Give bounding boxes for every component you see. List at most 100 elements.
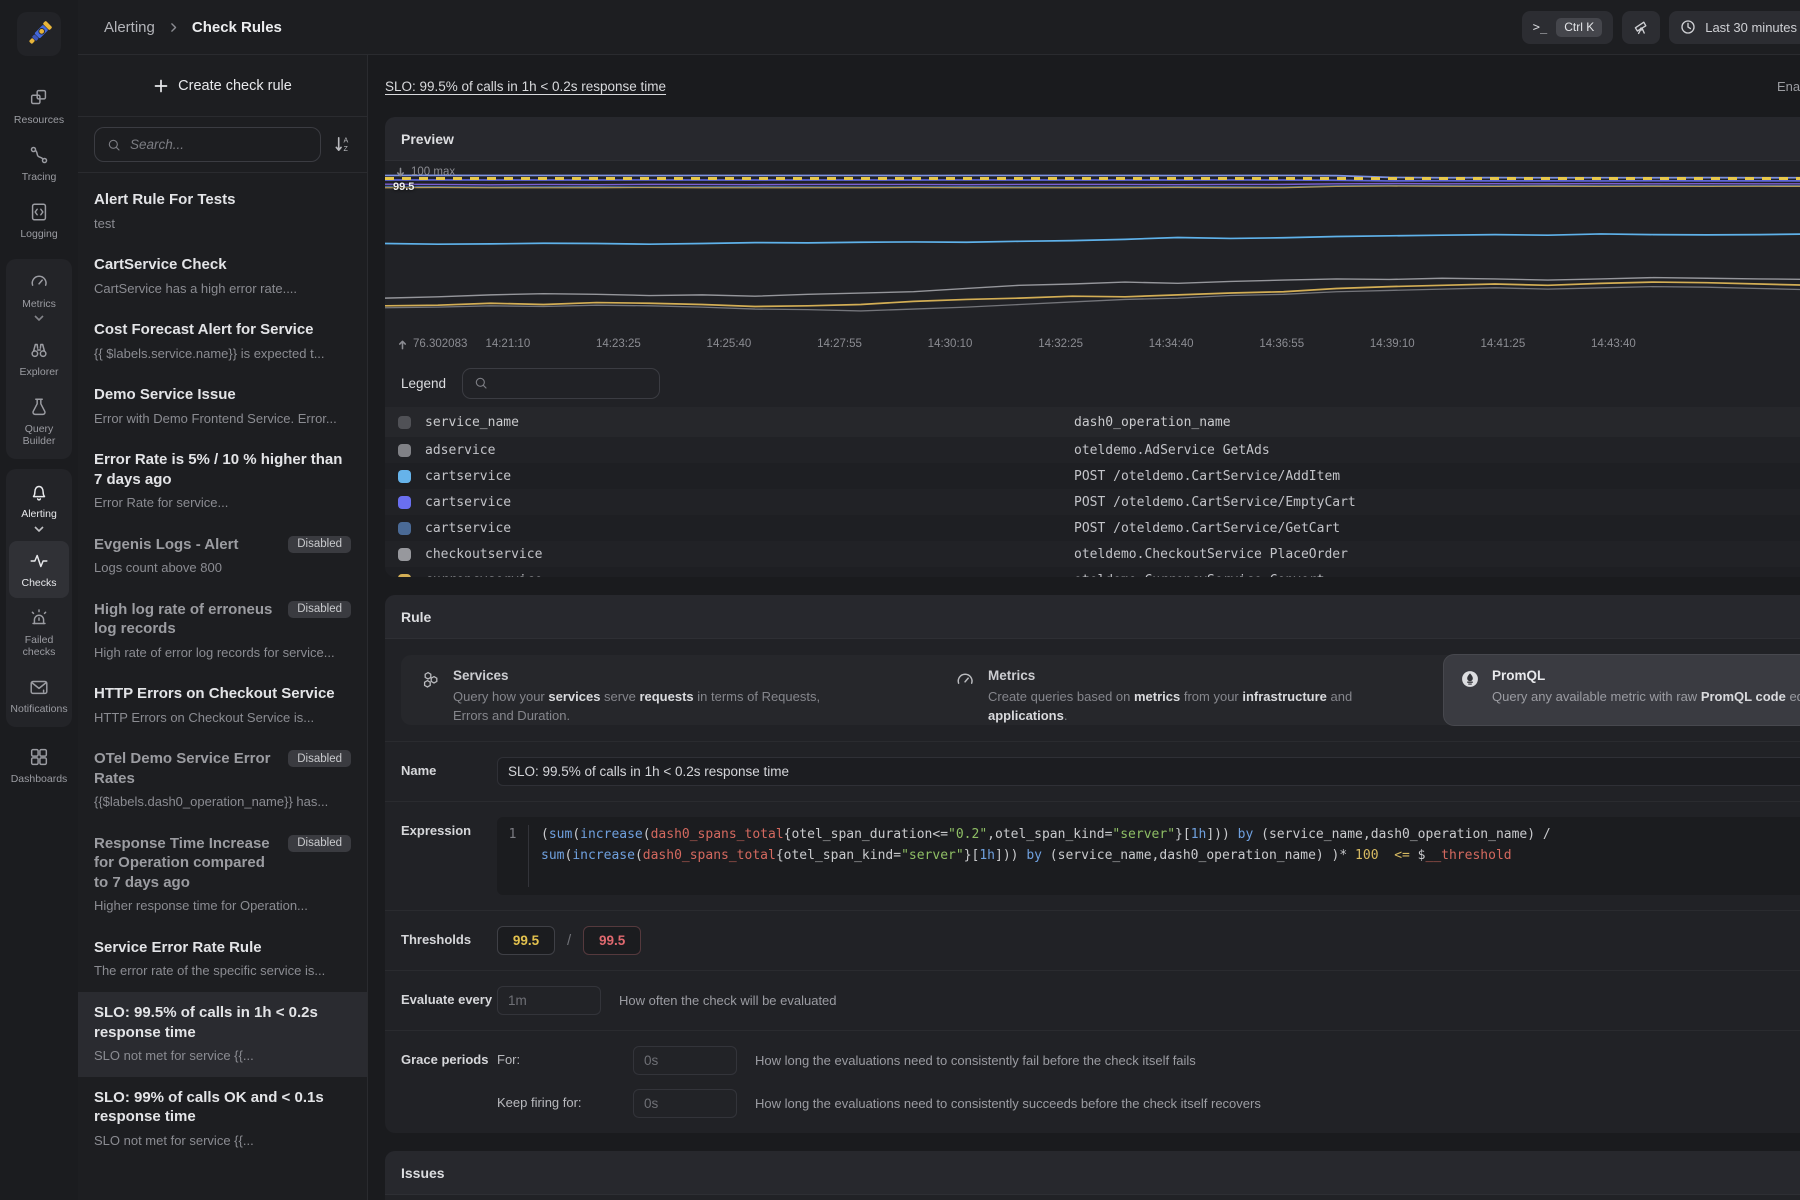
- query-type-metrics[interactable]: Metrics Create queries based on metrics …: [938, 655, 1404, 725]
- rule-detail-title-link[interactable]: SLO: 99.5% of calls in 1h < 0.2s respons…: [385, 79, 666, 94]
- rule-list-item[interactable]: Alert Rule For Teststest: [78, 179, 367, 244]
- query-type-promql-selected[interactable]: PromQL Query any available metric with r…: [1444, 655, 1800, 725]
- time-range-picker[interactable]: Last 30 minutes: [1669, 11, 1800, 44]
- issues-card: Issues Summary: [385, 1151, 1800, 1200]
- series-color-swatch[interactable]: [398, 548, 411, 561]
- query-type-services[interactable]: Services Query how your services serve r…: [405, 655, 869, 725]
- legend-search-box: [462, 368, 660, 399]
- expression-row: Expression 1 (sum(increase(dash0_spans_t…: [385, 801, 1800, 910]
- x-axis-tick: 14:21:10: [485, 338, 530, 350]
- rule-name-input[interactable]: [497, 757, 1800, 786]
- sidebar-item-tracing[interactable]: Tracing: [6, 135, 72, 192]
- series-color-swatch[interactable]: [398, 444, 411, 457]
- rule-item-title: SLO: 99% of calls OK and < 0.1s response…: [94, 1088, 351, 1127]
- x-axis-tick: 14:34:40: [1149, 338, 1194, 350]
- rule-list-item[interactable]: SLO: 99.5% of calls in 1h < 0.2s respons…: [78, 992, 367, 1077]
- grace-for-help: How long the evaluations need to consist…: [755, 1046, 1196, 1068]
- series-color-swatch[interactable]: [398, 496, 411, 509]
- rule-item-title: Alert Rule For Tests: [94, 190, 235, 210]
- keep-firing-input[interactable]: [633, 1089, 737, 1118]
- rule-list-item[interactable]: Response Time Increase for Operation com…: [78, 823, 367, 927]
- legend-row-item[interactable]: cartservicePOST /oteldemo.CartService/Ge…: [385, 515, 1800, 541]
- threshold-separator: /: [567, 932, 571, 949]
- failed-threshold-input[interactable]: [583, 926, 641, 955]
- rule-list-item[interactable]: Cost Forecast Alert for Service{{ $label…: [78, 309, 367, 374]
- column-operation-name[interactable]: dash0_operation_name: [1074, 415, 1800, 430]
- rules-search-input[interactable]: [130, 137, 309, 152]
- series-color-swatch[interactable]: [398, 470, 411, 483]
- evaluate-interval-input[interactable]: [497, 986, 601, 1015]
- grace-periods-label: Grace periods: [401, 1046, 497, 1067]
- clock-icon: [1680, 19, 1696, 35]
- series-color-swatch[interactable]: [398, 574, 411, 578]
- x-axis-tick: 14:30:10: [928, 338, 973, 350]
- chart-x-axis: 76.302083 14:21:1014:23:2514:25:4014:27:…: [385, 329, 1800, 359]
- sidebar-item-resources[interactable]: Resources: [6, 78, 72, 135]
- evaluate-label: Evaluate every: [401, 986, 497, 1007]
- sidebar-item-metrics[interactable]: Metrics: [9, 262, 69, 330]
- rule-list-item[interactable]: HTTP Errors on Checkout ServiceHTTP Erro…: [78, 673, 367, 738]
- terminal-icon: >_: [1533, 20, 1547, 34]
- legend-row-item[interactable]: currencyserviceoteldemo.CurrencyService …: [385, 567, 1800, 577]
- degraded-threshold-input[interactable]: [497, 926, 555, 955]
- sidebar-item-alerting[interactable]: Alerting: [9, 472, 69, 540]
- summary-row: Summary: [385, 1195, 1800, 1200]
- series-color-swatch[interactable]: [398, 522, 411, 535]
- legend-row-item[interactable]: adserviceoteldemo.AdService GetAds: [385, 437, 1800, 463]
- rules-search-box: [94, 127, 321, 162]
- legend-row-item[interactable]: checkoutserviceoteldemo.CheckoutService …: [385, 541, 1800, 567]
- topbar: Alerting Check Rules >_ Ctrl K Last 30 m…: [78, 0, 1800, 55]
- rule-list-item[interactable]: Demo Service IssueError with Demo Fronte…: [78, 374, 367, 439]
- preview-card: Preview 100 max 99.5: [385, 117, 1800, 577]
- x-axis-tick: 14:36:55: [1259, 338, 1304, 350]
- legend-label: Legend: [401, 376, 446, 391]
- rule-list-item[interactable]: High log rate of erroneus log recordsDis…: [78, 589, 367, 674]
- dash0-logo[interactable]: [17, 12, 61, 56]
- nav-group-alerting: Alerting Checks Failed checks Notificati…: [6, 469, 72, 726]
- promql-editor[interactable]: 1 (sum(increase(dash0_spans_total{otel_s…: [497, 817, 1800, 895]
- legend-operation-name: oteldemo.CheckoutService PlaceOrder: [1074, 547, 1800, 562]
- arrow-down-icon: [395, 167, 406, 178]
- rule-list-item[interactable]: Error Rate is 5% / 10 % higher than 7 da…: [78, 439, 367, 524]
- preview-chart[interactable]: 100 max 99.5: [385, 161, 1800, 329]
- sidebar-item-checks[interactable]: Checks: [9, 541, 69, 598]
- tick-container: 14:21:1014:23:2514:25:4014:27:5514:30:10…: [385, 329, 1800, 359]
- rule-list-item[interactable]: OTel Demo Service Error RatesDisabled{{$…: [78, 738, 367, 823]
- column-service-name[interactable]: service_name: [411, 415, 1074, 430]
- rule-list-item[interactable]: SLO: 99% of calls OK and < 0.1s response…: [78, 1077, 367, 1162]
- sidebar-item-dashboards[interactable]: Dashboards: [6, 737, 72, 794]
- series-purple: [385, 184, 1800, 185]
- legend-row-item[interactable]: cartservicePOST /oteldemo.CartService/Ad…: [385, 463, 1800, 489]
- grace-for-input[interactable]: [633, 1046, 737, 1075]
- metrics-option-title: Metrics: [988, 668, 1388, 683]
- disabled-badge: Disabled: [288, 601, 351, 618]
- preview-chart-svg: [385, 171, 1800, 327]
- ctrl-k-shortcut: Ctrl K: [1556, 18, 1602, 37]
- sidebar-item-explorer[interactable]: Explorer: [9, 330, 69, 387]
- sidebar-item-logging[interactable]: Logging: [6, 192, 72, 249]
- sidebar-item-notifications[interactable]: Notifications: [9, 667, 69, 724]
- sort-az-button[interactable]: AZ: [333, 135, 352, 154]
- rule-list-item[interactable]: CartService CheckCartService has a high …: [78, 244, 367, 309]
- rule-card-header: Rule: [385, 595, 1800, 639]
- x-axis-tick: 14:27:55: [817, 338, 862, 350]
- sidebar-item-failed-checks[interactable]: Failed checks: [9, 598, 69, 667]
- create-check-rule-button[interactable]: Create check rule: [153, 78, 292, 94]
- legend-service-name: adservice: [411, 443, 1074, 458]
- legend-search-input[interactable]: [496, 376, 649, 391]
- legend-service-name: currencyservice: [411, 573, 1074, 578]
- alerting-bell-icon: [28, 481, 50, 503]
- expression-label: Expression: [401, 817, 497, 838]
- rule-list-item[interactable]: Evgenis Logs - AlertDisabledLogs count a…: [78, 524, 367, 589]
- time-range-label: Last 30 minutes: [1705, 20, 1797, 35]
- sidebar-item-query-builder[interactable]: Query Builder: [9, 387, 69, 456]
- legend-operation-name: POST /oteldemo.CartService/GetCart: [1074, 521, 1800, 536]
- command-palette-button[interactable]: >_ Ctrl K: [1522, 11, 1613, 44]
- rule-list-item[interactable]: Service Error Rate RuleThe error rate of…: [78, 927, 367, 992]
- spotlight-telescope-button[interactable]: [1622, 11, 1660, 44]
- legend-row-item[interactable]: cartservicePOST /oteldemo.CartService/Em…: [385, 489, 1800, 515]
- toggle-all-swatch[interactable]: [398, 416, 411, 429]
- breadcrumb-alerting[interactable]: Alerting: [104, 19, 155, 36]
- legend-row: Legend: [385, 359, 1800, 407]
- preview-card-header: Preview: [385, 117, 1800, 161]
